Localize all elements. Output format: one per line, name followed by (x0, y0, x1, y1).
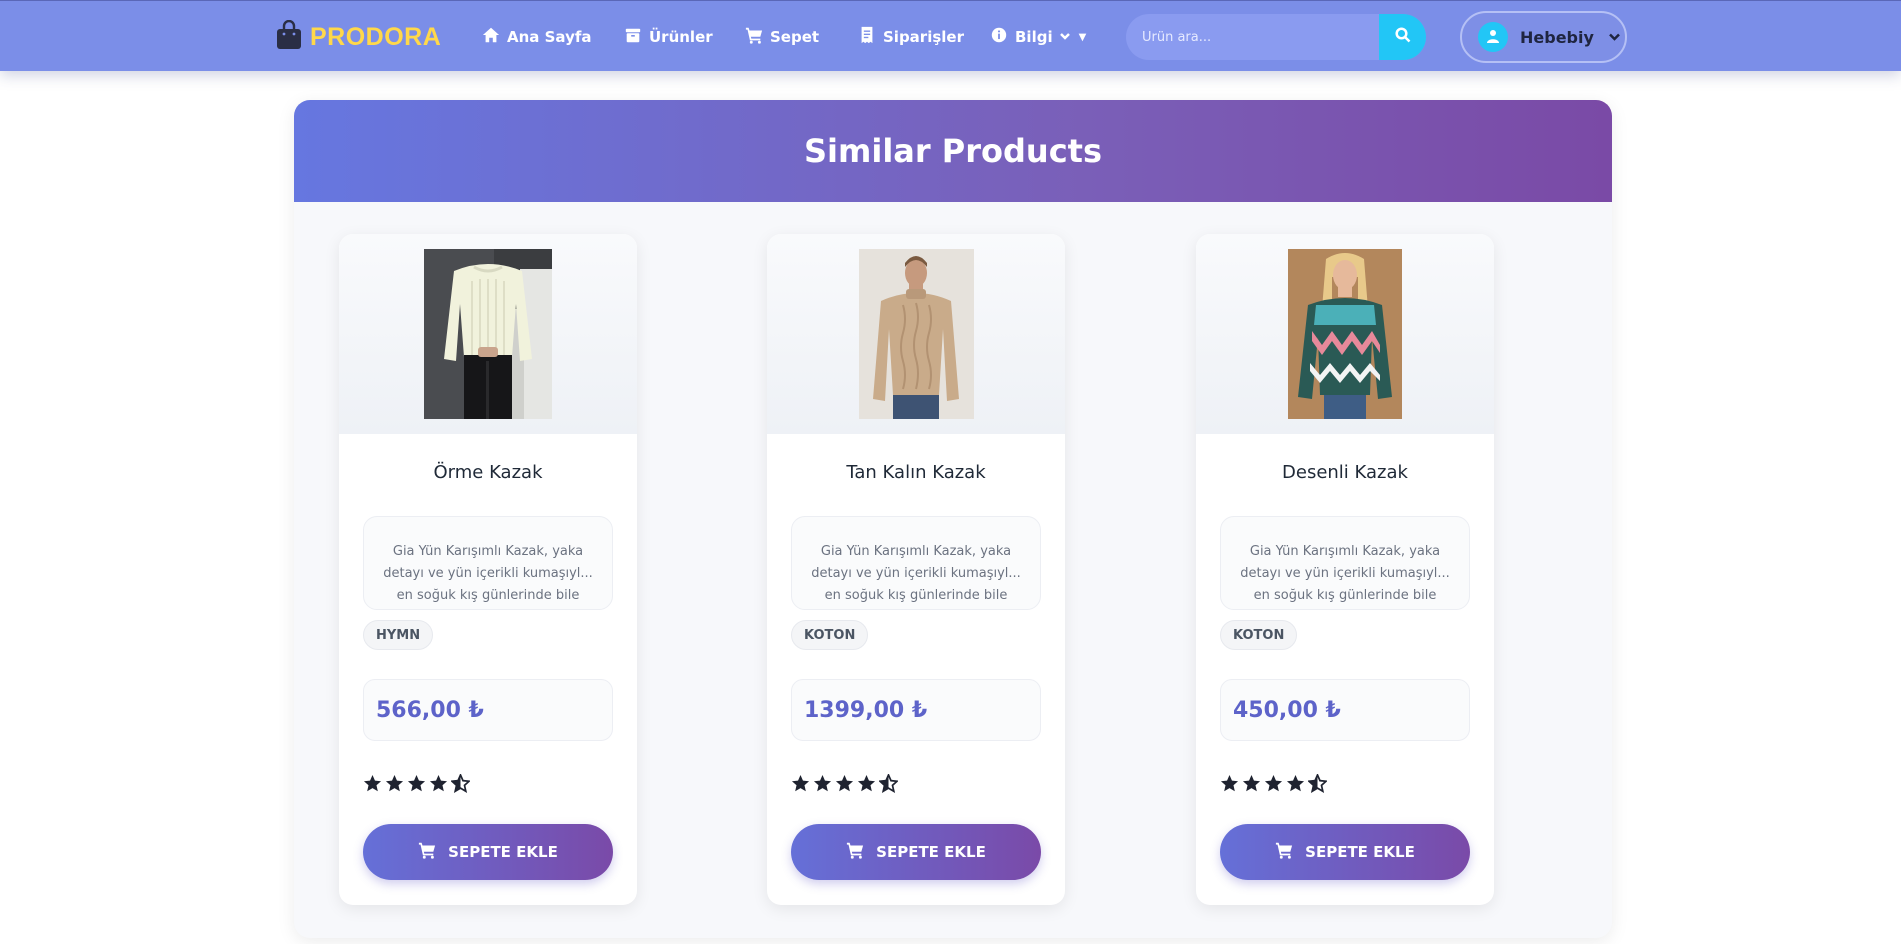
product-image[interactable] (859, 249, 974, 419)
search-input[interactable] (1126, 14, 1379, 60)
nav-item-home[interactable]: Ana Sayfa (482, 25, 592, 49)
star-icon (1286, 774, 1308, 797)
product-image[interactable] (424, 249, 552, 419)
info-icon (990, 26, 1015, 48)
home-icon (482, 26, 507, 48)
box-icon (624, 26, 649, 48)
star-icon (857, 774, 879, 797)
star-icon (1242, 774, 1264, 797)
cart-icon (846, 841, 876, 863)
cart-icon (418, 841, 448, 863)
star-icon (1220, 774, 1242, 797)
product-image-area (339, 234, 637, 434)
product-description: Gia Yün Karışımlı Kazak, yaka detayı ve … (363, 516, 613, 610)
caret-down-icon: ▼ (1078, 31, 1087, 43)
brand-badge: KOTON (791, 620, 869, 650)
star-icon (429, 774, 451, 797)
product-description: Gia Yün Karışımlı Kazak, yaka detayı ve … (791, 516, 1041, 610)
user-menu-button[interactable]: Hebebiy (1460, 11, 1627, 63)
star-icon (385, 774, 407, 797)
product-name[interactable]: Tan Kalın Kazak (767, 462, 1065, 483)
rating-stars (1220, 772, 1330, 797)
user-icon (1486, 28, 1500, 47)
brand-badge: HYMN (363, 620, 434, 650)
product-image-area (767, 234, 1065, 434)
add-to-cart-button[interactable]: SEPETE EKLE (1220, 824, 1470, 880)
section-title: Similar Products (803, 132, 1103, 170)
search-icon (1394, 27, 1411, 47)
star-icon (407, 774, 429, 797)
nav-item-orders[interactable]: Siparişler (858, 25, 964, 49)
cart-icon (745, 26, 770, 48)
star-half-icon (1306, 772, 1330, 797)
nav-item-label: Ürünler (649, 28, 713, 46)
nav-item-cart[interactable]: Sepet (745, 25, 819, 49)
user-name: Hebebiy (1520, 27, 1594, 47)
product-card[interactable]: Desenli Kazak Gia Yün Karışımlı Kazak, y… (1196, 234, 1494, 905)
product-price: 450,00 ₺ (1220, 679, 1470, 741)
product-price: 1399,00 ₺ (791, 679, 1041, 741)
nav-item-products[interactable]: Ürünler (624, 25, 713, 49)
chevron-down-icon (1059, 28, 1071, 46)
nav-item-label: Bilgi (1015, 28, 1053, 46)
cart-icon (1275, 841, 1305, 863)
add-to-cart-button[interactable]: SEPETE EKLE (363, 824, 613, 880)
section-header: Similar Products (294, 100, 1612, 202)
product-card[interactable]: Örme Kazak Gia Yün Karışımlı Kazak, yaka… (339, 234, 637, 905)
nav-item-info[interactable]: Bilgi ▼ (990, 25, 1086, 49)
rating-stars (363, 772, 473, 797)
add-to-cart-label: SEPETE EKLE (448, 843, 558, 861)
rating-stars (791, 772, 901, 797)
product-price: 566,00 ₺ (363, 679, 613, 741)
receipt-icon (858, 26, 883, 48)
star-icon (1264, 774, 1286, 797)
star-icon (813, 774, 835, 797)
nav-item-label: Siparişler (883, 28, 964, 46)
shopping-bag-icon (276, 19, 302, 54)
product-name[interactable]: Örme Kazak (339, 462, 637, 483)
product-card[interactable]: Tan Kalın Kazak Gia Yün Karışımlı Kazak,… (767, 234, 1065, 905)
nav-item-label: Ana Sayfa (507, 28, 592, 46)
star-icon (791, 774, 813, 797)
nav-item-label: Sepet (770, 28, 820, 46)
product-name[interactable]: Desenli Kazak (1196, 462, 1494, 483)
product-image[interactable] (1288, 249, 1402, 419)
similar-products-section: Similar Products Örme Kazak Gia Yün Karı… (294, 100, 1612, 938)
navbar: PRODORA Ana Sayfa Ürünler Sepet Siparişl… (0, 0, 1901, 71)
product-description: Gia Yün Karışımlı Kazak, yaka detayı ve … (1220, 516, 1470, 610)
star-half-icon (449, 772, 473, 797)
star-half-icon (877, 772, 901, 797)
search-bar (1126, 14, 1426, 60)
star-icon (835, 774, 857, 797)
search-button[interactable] (1379, 14, 1426, 60)
brand-name: PRODORA (310, 22, 442, 51)
chevron-down-icon (1608, 28, 1621, 47)
star-icon (363, 774, 385, 797)
brand-logo[interactable]: PRODORA (276, 19, 442, 54)
add-to-cart-label: SEPETE EKLE (1305, 843, 1415, 861)
add-to-cart-label: SEPETE EKLE (876, 843, 986, 861)
add-to-cart-button[interactable]: SEPETE EKLE (791, 824, 1041, 880)
product-image-area (1196, 234, 1494, 434)
avatar (1478, 22, 1508, 52)
brand-badge: KOTON (1220, 620, 1298, 650)
